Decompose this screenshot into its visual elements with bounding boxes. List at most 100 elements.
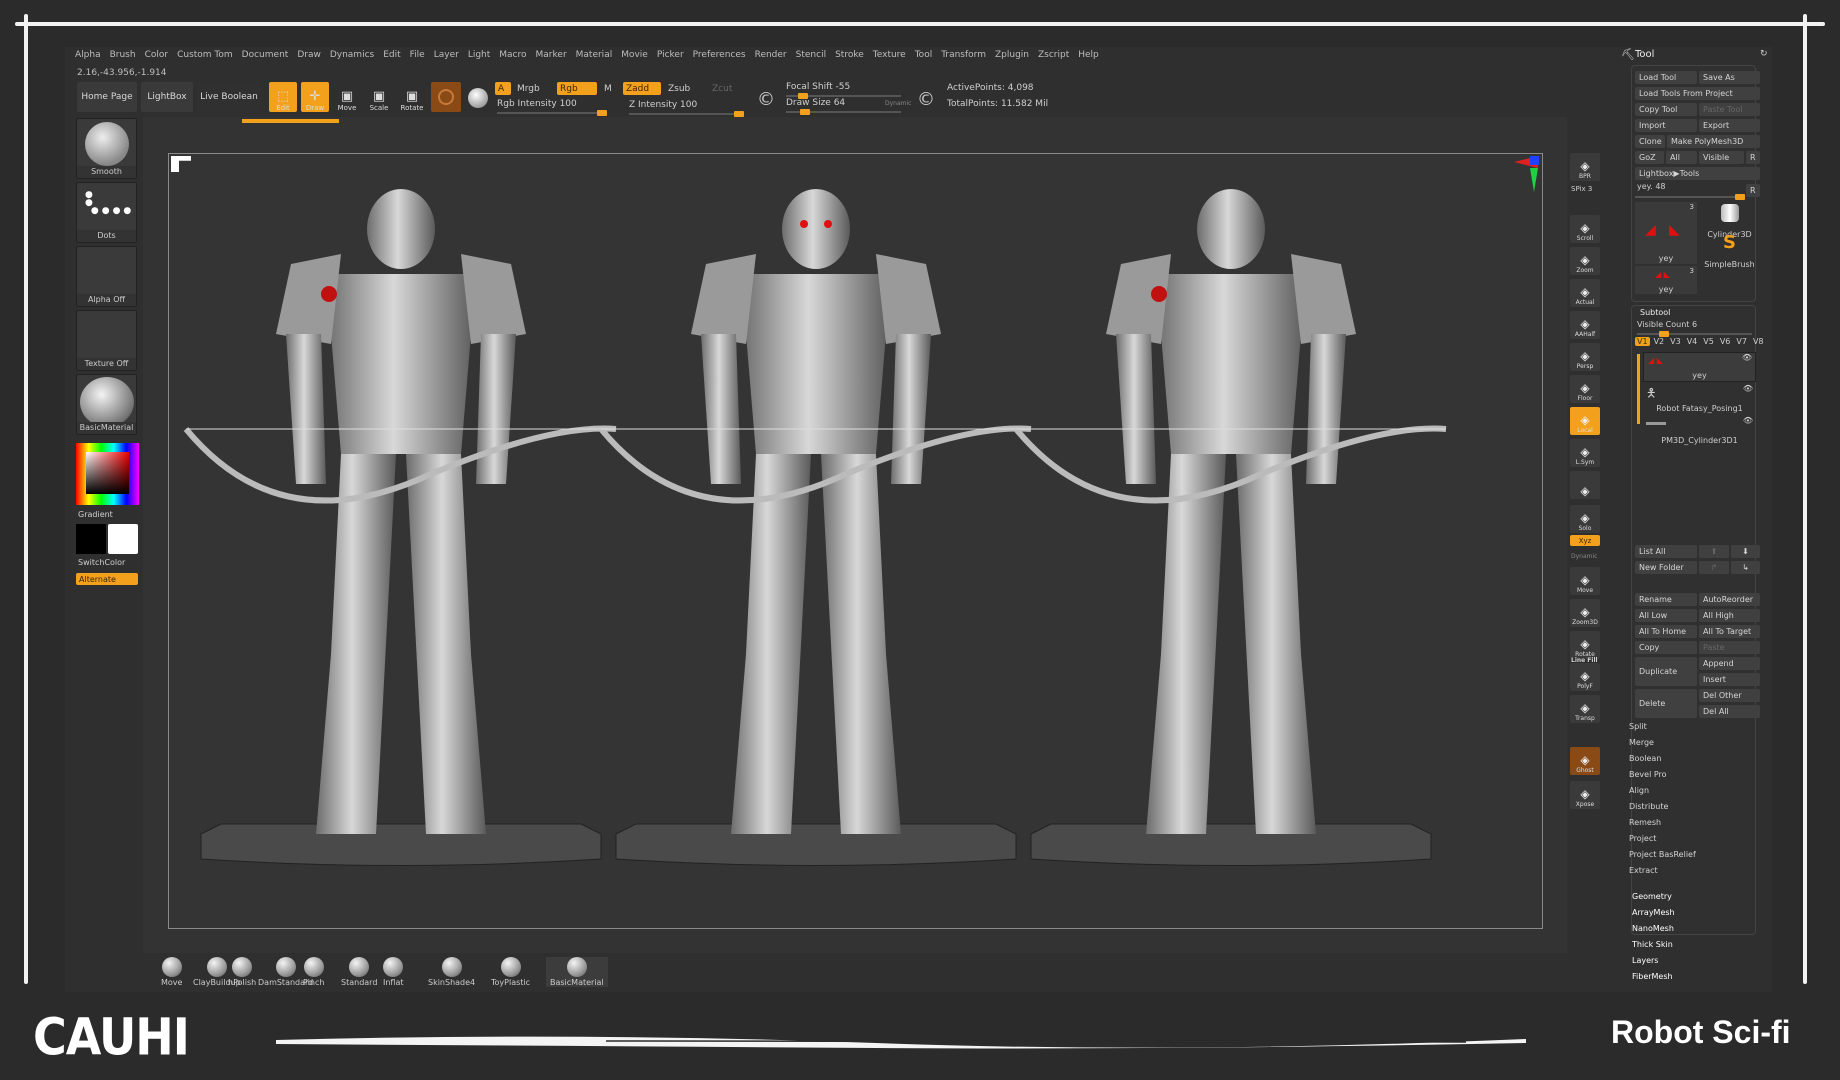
color-picker[interactable] [76,443,139,505]
menu-stencil[interactable]: Stencil [796,50,826,60]
menu-render[interactable]: Render [755,50,787,60]
menu-alpha[interactable]: Alpha [75,50,101,60]
ghost-button[interactable]: ◈ Ghost [1570,747,1600,775]
move-down-button[interactable]: ⬇ [1731,545,1760,558]
menu-material[interactable]: Material [576,50,613,60]
live-boolean-button[interactable]: Live Boolean [197,82,261,112]
texture-slot[interactable]: Texture Off [76,310,137,371]
visible-count-slider[interactable] [1637,331,1752,337]
brush-standard[interactable]: Standard [341,957,377,987]
version-tab-v6[interactable]: V6 [1718,337,1733,346]
zcut-toggle[interactable]: Zcut [712,84,732,94]
viewport-canvas[interactable]: SPix 3 ◈ BPR ◈ Scroll ◈ Zoom ◈ Actual ◈ AAHalf ◈ Pe… [143,117,1600,987]
brush-toyplastic[interactable]: ToyPlastic [491,957,530,987]
home-page-button[interactable]: Home Page [77,82,137,112]
new-folder-button[interactable]: New Folder [1635,561,1697,574]
load-tools-from-project-button[interactable]: Load Tools From Project [1635,87,1760,100]
all-high-button[interactable]: All High [1699,609,1760,622]
draw-button[interactable]: ✛ Draw [301,82,329,112]
action-boolean[interactable]: Boolean [1629,754,1661,763]
version-tab-v5[interactable]: V5 [1701,337,1716,346]
eye-icon[interactable]: 👁 [1743,384,1753,393]
rgb-toggle[interactable]: Rgb [557,82,597,95]
xpose-button[interactable]: ◈ Xpose [1570,781,1600,809]
lightbox-button[interactable]: LightBox [141,82,193,112]
subtool-item-selected[interactable]: ◢ ◣ 👁 yey [1643,352,1756,382]
mrgb-toggle[interactable]: Mrgb [517,84,540,94]
menu-tool[interactable]: Tool [915,50,932,60]
auto-reorder-button[interactable]: AutoReorder [1699,593,1760,606]
menu-document[interactable]: Document [242,50,289,60]
z-intensity-slider[interactable] [629,111,744,117]
rotate-button[interactable]: ▣ Rotate [398,82,426,113]
floor-button[interactable]: ◈ Floor [1570,375,1600,403]
actual-button[interactable]: ◈ Actual [1570,279,1600,307]
tool-r-button[interactable]: R [1746,184,1760,197]
stroke-icon[interactable] [468,88,488,108]
menu-zscript[interactable]: Zscript [1038,50,1069,60]
subtool-scrollbar[interactable] [1637,354,1640,424]
section-geometry[interactable]: Geometry [1632,892,1672,901]
brush-hpolish[interactable]: hPolish [228,957,256,987]
version-tab-v2[interactable]: V2 [1652,337,1667,346]
subtool-title[interactable]: Subtool [1640,308,1670,317]
menu-preferences[interactable]: Preferences [693,50,746,60]
move-button[interactable]: ◈ Move [1570,567,1600,595]
menu-marker[interactable]: Marker [536,50,567,60]
all-to-target-button[interactable]: All To Target [1699,625,1760,638]
action-bevel-pro[interactable]: Bevel Pro [1629,770,1667,779]
section-thick-skin[interactable]: Thick Skin [1632,940,1673,949]
menu-macro[interactable]: Macro [499,50,526,60]
a-toggle[interactable]: A [495,82,511,95]
del-other-button[interactable]: Del Other [1699,689,1760,702]
load-tool-button[interactable]: Load Tool [1635,71,1697,84]
stroke-slot-dots[interactable]: ● ● ●●●● Dots [76,182,137,243]
tool-thumb-cylinder[interactable]: Cylinder3D [1699,202,1760,239]
menu-help[interactable]: Help [1078,50,1099,60]
brush-skinshade4[interactable]: SkinShade4 [428,957,475,987]
export-button[interactable]: Export [1699,119,1760,132]
tool-thumb-yey-small[interactable]: 3 ◢ ◣ yey [1635,266,1697,294]
spix-button[interactable]: ◈ BPR [1570,153,1600,181]
section-fibermesh[interactable]: FiberMesh [1632,972,1673,981]
brush-slot-smooth[interactable]: Smooth [76,118,137,179]
focal-shift-slider[interactable] [786,93,901,99]
local-button[interactable]: ◈ Local [1570,407,1600,435]
alternate-button[interactable]: Alternate [76,573,138,585]
action-project-basrelief[interactable]: Project BasRelief [1629,850,1696,859]
save-as-button[interactable]: Save As [1699,71,1760,84]
brush-inflat[interactable]: Inflat [383,957,404,987]
rename-button[interactable]: Rename [1635,593,1697,606]
menu-color[interactable]: Color [145,50,169,60]
subtool-item[interactable]: 🯅 👁 Robot Fatasy_Posing1 [1643,384,1756,414]
version-tab-v4[interactable]: V4 [1685,337,1700,346]
solo-button[interactable]: ◈ Solo [1570,505,1600,533]
persp-button[interactable]: ◈ Persp [1570,343,1600,371]
version-tab-v3[interactable]: V3 [1668,337,1683,346]
zadd-toggle[interactable]: Zadd [623,82,661,95]
gradient-label[interactable]: Gradient [78,510,113,519]
brush-pinch[interactable]: Pinch [303,957,324,987]
copy-tool-button[interactable]: Copy Tool [1635,103,1697,116]
action-split[interactable]: Split [1629,722,1647,731]
eye-icon[interactable]: 👁 [1742,353,1752,362]
version-tab-v7[interactable]: V7 [1734,337,1749,346]
tool-slider[interactable] [1635,194,1745,200]
move-button[interactable]: ▣ Move [333,82,361,113]
spix-label[interactable]: SPix 3 [1571,185,1592,193]
lsym-button[interactable]: ◈ L.Sym [1570,439,1600,467]
menu-texture[interactable]: Texture [873,50,906,60]
insert-button[interactable]: Insert [1699,673,1760,686]
scale-button[interactable]: ▣ Scale [365,82,393,113]
make-polymesh-button[interactable]: Make PolyMesh3D [1667,135,1760,148]
menu-transform[interactable]: Transform [941,50,986,60]
folder-arrow-button[interactable]: ↳ [1731,561,1760,574]
menu-custom-tom[interactable]: Custom Tom [177,50,233,60]
import-button[interactable]: Import [1635,119,1697,132]
secondary-color-swatch[interactable] [108,524,138,554]
menu-brush[interactable]: Brush [110,50,136,60]
del-all-button[interactable]: Del All [1699,705,1760,718]
dynamic-label[interactable]: Dynamic [885,100,911,107]
dynamic-icon[interactable]: © [917,89,935,110]
paste-button[interactable]: Paste [1699,641,1760,654]
